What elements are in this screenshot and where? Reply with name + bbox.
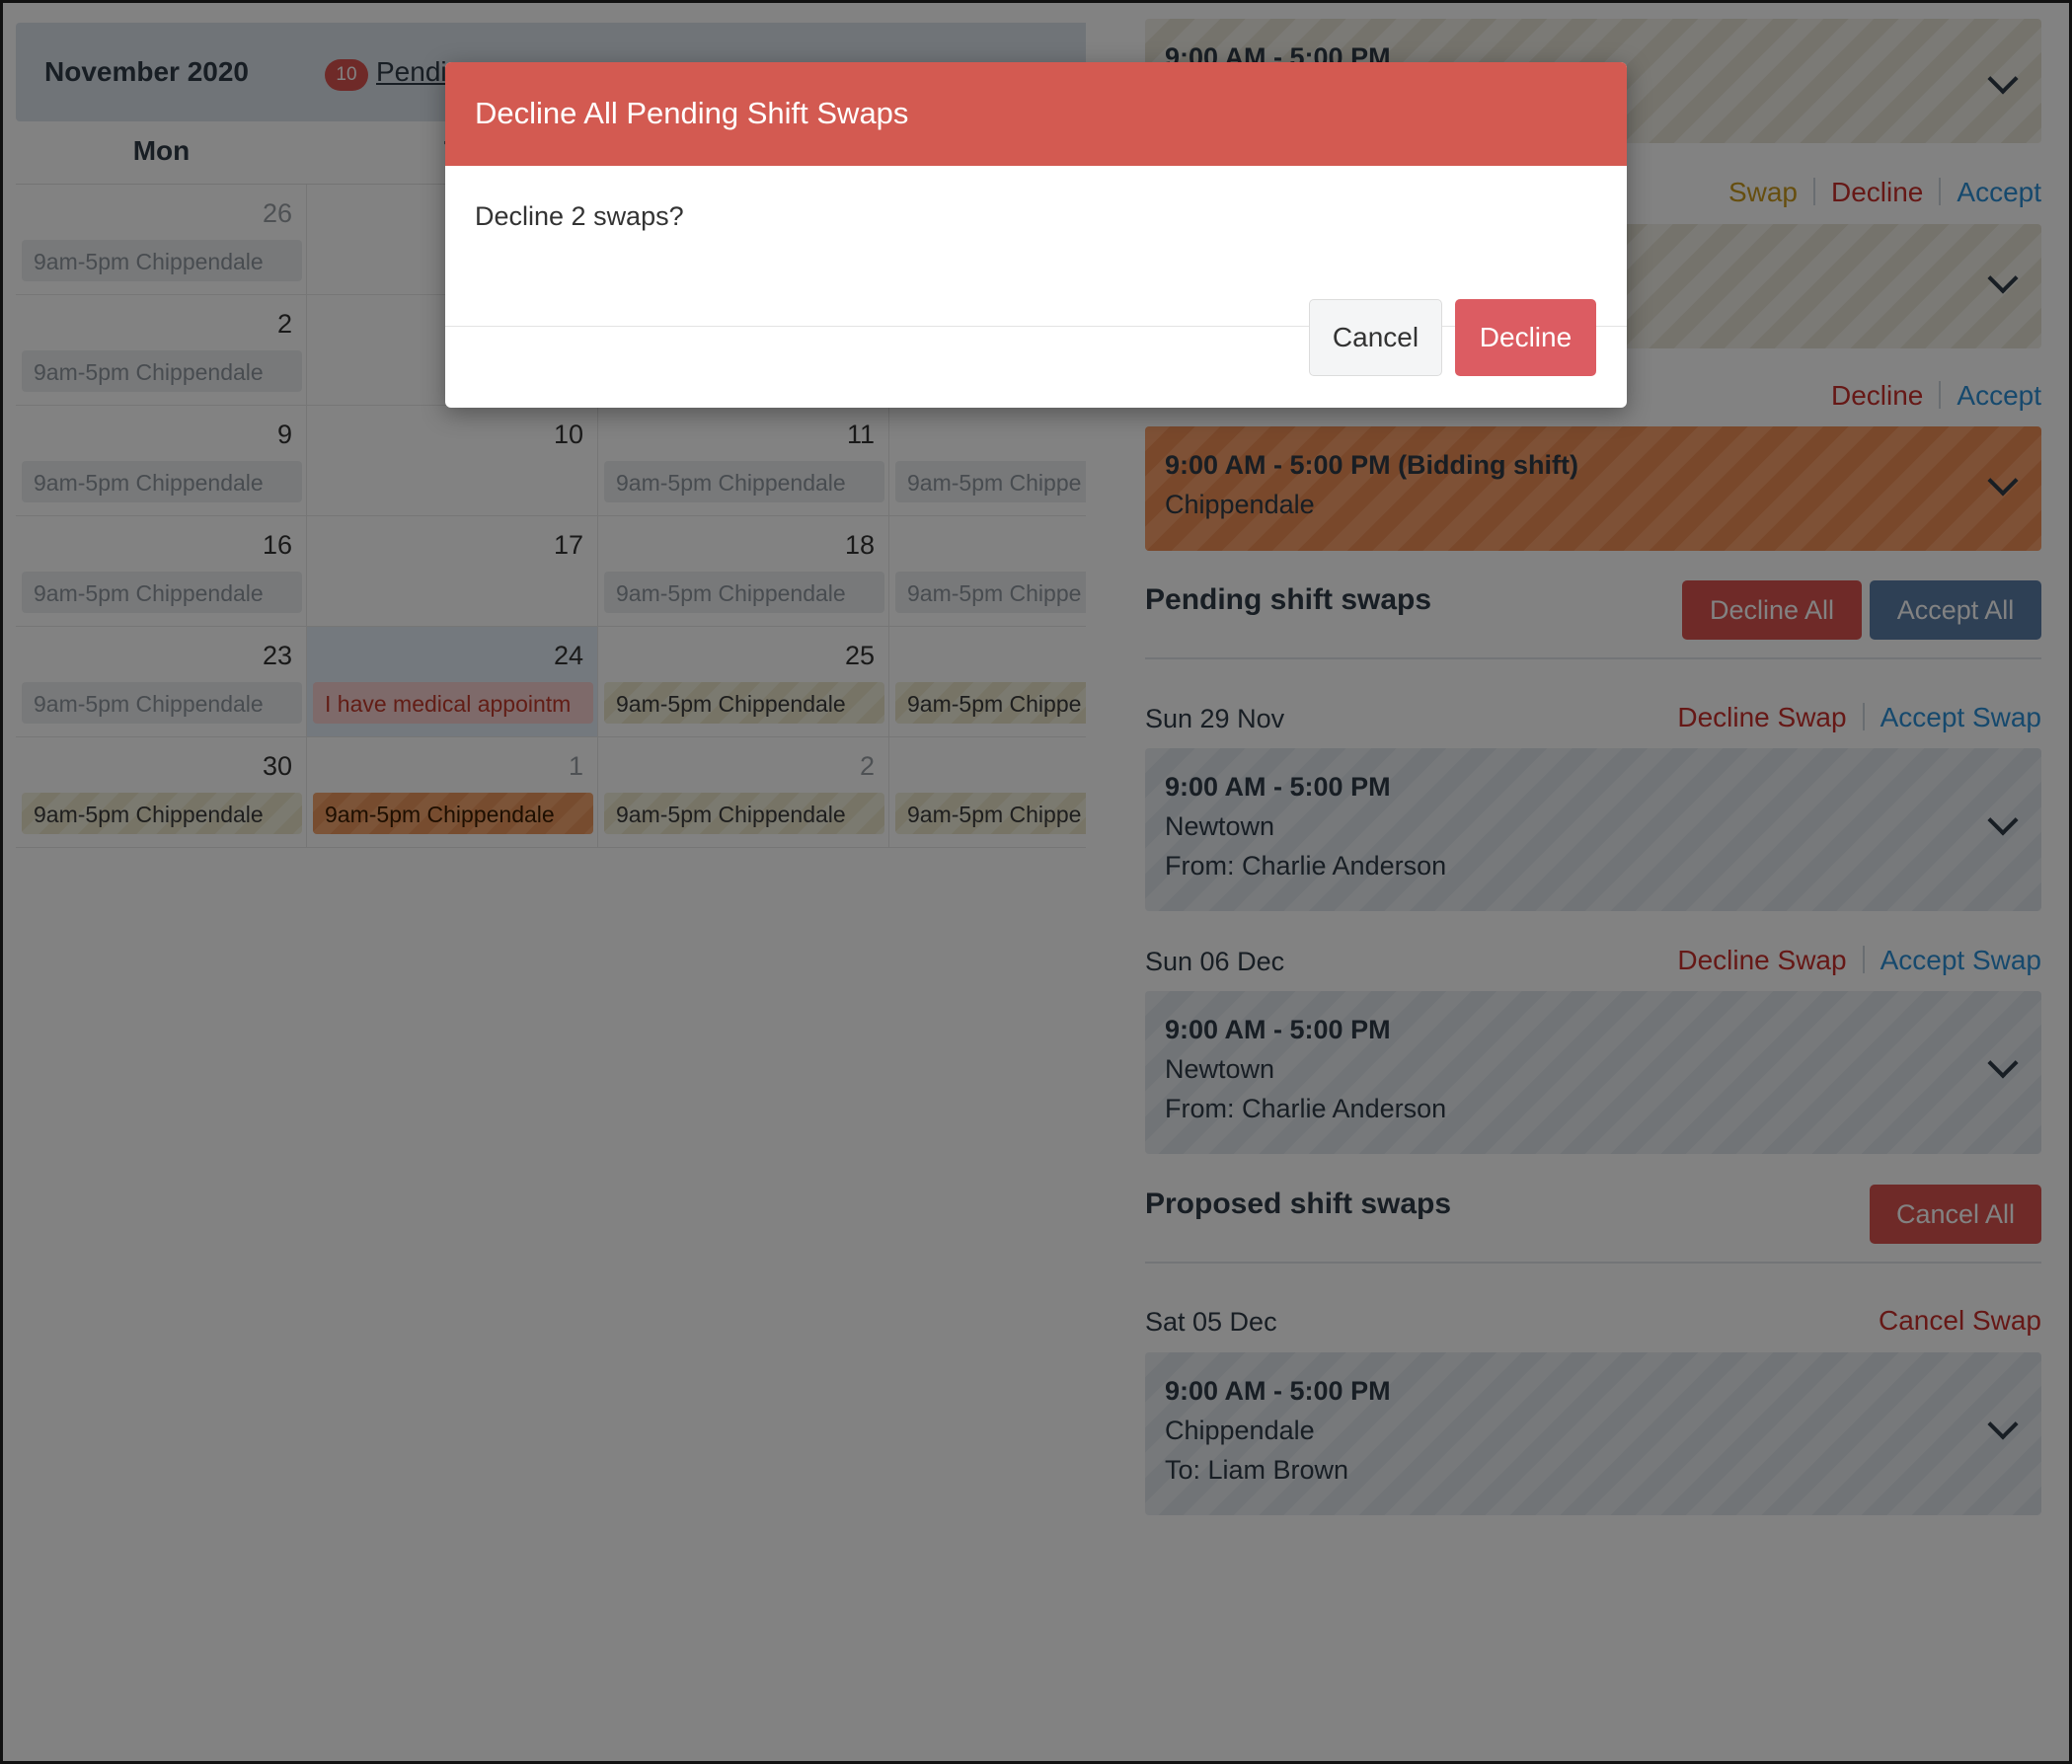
dialog-message: Decline 2 swaps? bbox=[475, 201, 684, 231]
dialog-body: Decline 2 swaps? bbox=[445, 166, 1627, 327]
app-window: November 2020 10 Pendi Mon T 269am-5pm C… bbox=[0, 0, 2072, 1764]
decline-button[interactable]: Decline bbox=[1455, 299, 1596, 376]
decline-all-dialog: Decline All Pending Shift Swaps Decline … bbox=[445, 62, 1627, 408]
cancel-button[interactable]: Cancel bbox=[1309, 299, 1442, 376]
dialog-header: Decline All Pending Shift Swaps bbox=[445, 62, 1627, 166]
dialog-title: Decline All Pending Shift Swaps bbox=[475, 96, 909, 130]
